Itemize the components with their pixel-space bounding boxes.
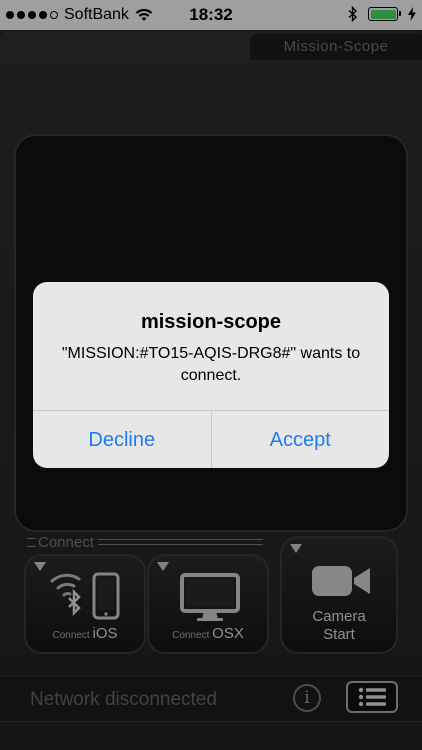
accept-button[interactable]: Accept: [210, 411, 390, 468]
alert-message: "MISSION:#TO15-AQIS-DRG8#" wants to conn…: [61, 345, 361, 384]
decline-button[interactable]: Decline: [33, 411, 211, 468]
connect-alert-dialog: mission-scope "MISSION:#TO15-AQIS-DRG8#"…: [33, 282, 389, 468]
alert-actions: Decline Accept: [33, 410, 389, 468]
alert-title: mission-scope: [140, 311, 282, 333]
